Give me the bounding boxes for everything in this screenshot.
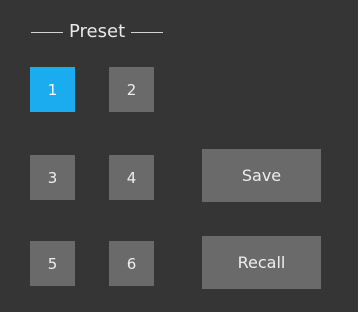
preset-heading: Preset: [31, 20, 164, 44]
preset-2-button[interactable]: 2: [109, 67, 154, 112]
preset-1-button[interactable]: 1: [30, 67, 75, 112]
preset-3-button[interactable]: 3: [30, 155, 75, 200]
preset-6-button[interactable]: 6: [109, 241, 154, 286]
recall-button[interactable]: Recall: [202, 236, 321, 289]
preset-4-button[interactable]: 4: [109, 155, 154, 200]
heading-left-rule: [31, 31, 63, 33]
preset-5-button[interactable]: 5: [30, 241, 75, 286]
preset-panel: Preset 1 2 3 4 5 6 Save Recall: [0, 0, 358, 312]
save-button[interactable]: Save: [202, 149, 321, 202]
heading-right-rule: [131, 31, 164, 33]
preset-title: Preset: [69, 21, 126, 42]
